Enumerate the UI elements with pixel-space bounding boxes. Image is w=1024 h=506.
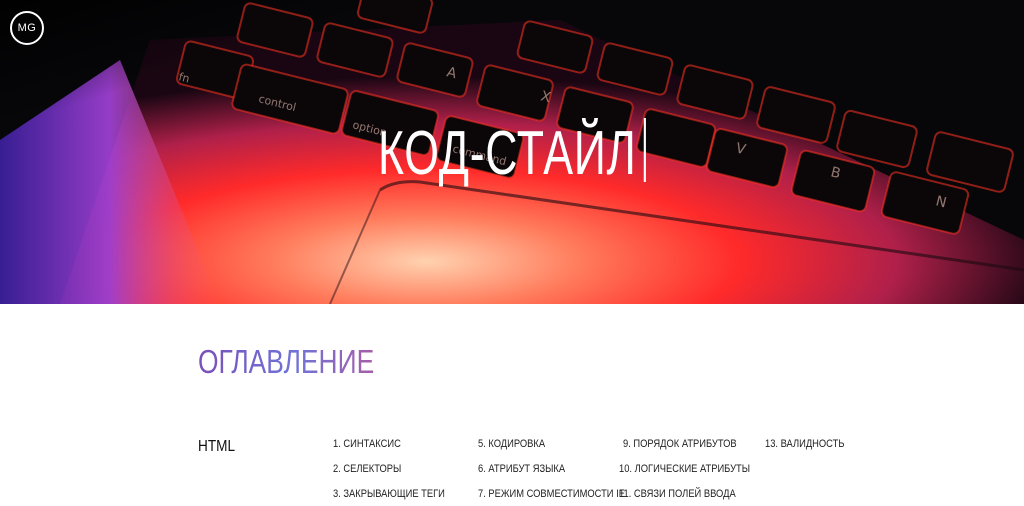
toc-item-language-attribute[interactable]: 6. АТРИБУТ ЯЗЫКА: [478, 463, 565, 475]
toc-section-html: HTML: [198, 438, 236, 455]
hero-title: КОД-СТАЙЛ: [143, 114, 880, 194]
toc-item-encoding[interactable]: 5. КОДИРОВКА: [478, 438, 545, 450]
toc-item-syntax[interactable]: 1. СИНТАКСИС: [333, 438, 401, 450]
hero-banner: fn control option command V B N X A MG К…: [0, 0, 1024, 304]
hero-title-text: КОД-СТАЙЛ: [378, 119, 637, 188]
logo-badge[interactable]: MG: [10, 11, 44, 45]
text-cursor-icon: [643, 118, 646, 182]
toc-item-attribute-order[interactable]: 9. ПОРЯДОК АТРИБУТОВ: [623, 438, 737, 450]
toc-heading: ОГЛАВЛЕНИЕ: [198, 343, 375, 380]
toc-item-closing-tags[interactable]: 3. ЗАКРЫВАЮЩИЕ ТЕГИ: [333, 488, 445, 500]
logo-text: MG: [17, 22, 37, 34]
toc-item-ie-compatibility[interactable]: 7. РЕЖИМ СОВМЕСТИМОСТИ IE: [478, 488, 625, 500]
toc-item-validity[interactable]: 13. ВАЛИДНОСТЬ: [765, 438, 844, 450]
toc-item-selectors[interactable]: 2. СЕЛЕКТОРЫ: [333, 463, 401, 475]
toc-item-boolean-attributes[interactable]: 10. ЛОГИЧЕСКИЕ АТРИБУТЫ: [619, 463, 750, 475]
toc-item-input-labels[interactable]: 11. СВЯЗИ ПОЛЕЙ ВВОДА: [619, 488, 736, 500]
